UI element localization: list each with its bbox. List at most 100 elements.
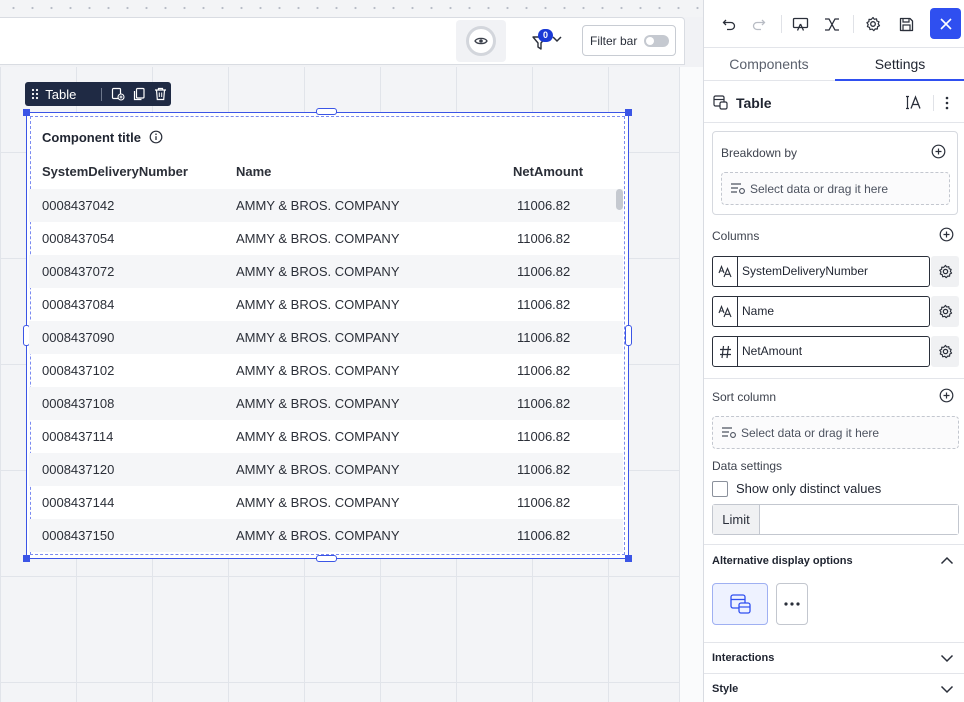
filter-count-badge: 0	[538, 29, 553, 42]
sort-placeholder: Select data or drag it here	[741, 425, 880, 440]
alt-display-table-option[interactable]	[712, 583, 768, 625]
resize-handle-bottom-right[interactable]	[625, 555, 632, 562]
resize-handle-top-right[interactable]	[625, 109, 632, 116]
cell-net-amount: 11006.82	[517, 297, 571, 312]
toggle-knob	[646, 37, 654, 45]
text-format-icon[interactable]	[906, 95, 922, 110]
column-settings-button[interactable]	[931, 296, 959, 327]
alt-display-more-button[interactable]	[776, 583, 808, 625]
cell-name: AMMY & BROS. COMPANY	[236, 330, 400, 345]
panel-tabs: Components Settings	[704, 48, 964, 81]
table-row[interactable]: 0008437102 AMMY & BROS. COMPANY 11006.82	[29, 354, 623, 387]
cell-system-delivery-number: 0008437120	[42, 462, 115, 477]
cell-name: AMMY & BROS. COMPANY	[236, 297, 400, 312]
distinct-values-option[interactable]: Show only distinct values	[712, 480, 881, 497]
cell-system-delivery-number: 0008437150	[42, 528, 115, 543]
breakdown-section: Breakdown by Select data or drag it here	[712, 131, 958, 215]
resize-handle-bottom[interactable]	[316, 555, 337, 562]
resize-handle-top-left[interactable]	[23, 109, 30, 116]
add-sort-icon[interactable]	[939, 388, 954, 403]
more-vertical-icon[interactable]	[945, 96, 949, 110]
toggle-switch[interactable]	[644, 35, 669, 47]
column-header-net-amount[interactable]: NetAmount	[513, 164, 583, 179]
text-type-icon	[713, 297, 738, 326]
chevron-down-icon[interactable]	[940, 654, 954, 663]
column-field-net-amount[interactable]: NetAmount	[712, 336, 930, 367]
gear-icon[interactable]	[864, 15, 882, 33]
table-row[interactable]: 0008437144 AMMY & BROS. COMPANY 11006.82	[29, 486, 623, 519]
undo-icon[interactable]	[720, 15, 738, 33]
table-row[interactable]: 0008437054 AMMY & BROS. COMPANY 11006.82	[29, 222, 623, 255]
breakdown-drop-zone[interactable]: Select data or drag it here	[721, 172, 950, 205]
sort-drop-zone[interactable]: Select data or drag it here	[712, 416, 959, 449]
redo-icon[interactable]	[750, 15, 768, 33]
table-row[interactable]: 0008437042 AMMY & BROS. COMPANY 11006.82	[29, 189, 623, 222]
transform-icon[interactable]	[823, 15, 841, 33]
cell-net-amount: 11006.82	[517, 264, 571, 279]
delete-icon[interactable]	[150, 87, 171, 101]
interactions-label: Interactions	[712, 652, 775, 664]
table-row[interactable]: 0008437120 AMMY & BROS. COMPANY 11006.82	[29, 453, 623, 486]
cell-net-amount: 11006.82	[517, 198, 571, 213]
canvas-gutter	[680, 67, 703, 702]
cell-name: AMMY & BROS. COMPANY	[236, 264, 400, 279]
duplicate-icon[interactable]	[129, 87, 150, 101]
limit-input[interactable]	[760, 505, 958, 534]
table-type-icon	[713, 95, 728, 110]
column-header-name[interactable]: Name	[236, 164, 271, 179]
resize-handle-right[interactable]	[625, 325, 632, 346]
column-header-system-delivery-number[interactable]: SystemDeliveryNumber	[42, 164, 188, 179]
present-icon[interactable]	[791, 15, 809, 33]
filter-bar-toggle[interactable]: Filter bar	[582, 25, 676, 56]
table-row[interactable]: 0008437114 AMMY & BROS. COMPANY 11006.82	[29, 420, 623, 453]
columns-label: Columns	[712, 229, 760, 243]
section-divider	[704, 378, 964, 379]
table-scrollbar-thumb[interactable]	[616, 189, 623, 210]
resize-handle-top[interactable]	[316, 108, 337, 115]
cell-system-delivery-number: 0008437108	[42, 396, 115, 411]
cell-system-delivery-number: 0008437090	[42, 330, 115, 345]
table-row[interactable]: 0008437072 AMMY & BROS. COMPANY 11006.82	[29, 255, 623, 288]
column-settings-button[interactable]	[931, 336, 959, 367]
add-to-library-icon[interactable]	[107, 87, 128, 101]
preview-button[interactable]	[456, 20, 506, 62]
distinct-values-checkbox[interactable]	[712, 480, 728, 497]
number-type-icon	[713, 337, 738, 366]
field-list-icon	[722, 427, 736, 438]
table-row[interactable]: 0008437090 AMMY & BROS. COMPANY 11006.82	[29, 321, 623, 354]
chevron-down-icon[interactable]	[940, 685, 954, 694]
distinct-values-label: Show only distinct values	[736, 481, 882, 496]
add-breakdown-icon[interactable]	[931, 144, 946, 159]
component-type-label: Table	[45, 86, 77, 102]
component-toolbar: Table	[25, 82, 171, 106]
info-icon[interactable]	[149, 130, 163, 144]
cell-name: AMMY & BROS. COMPANY	[236, 462, 400, 477]
drag-handle-icon[interactable]	[25, 88, 45, 100]
table-body[interactable]: 0008437042 AMMY & BROS. COMPANY 11006.82 00…	[29, 189, 623, 553]
add-column-icon[interactable]	[939, 227, 954, 242]
component-title[interactable]: Component title	[42, 130, 141, 145]
header-divider	[933, 95, 934, 111]
cell-name: AMMY & BROS. COMPANY	[236, 363, 400, 378]
cell-net-amount: 11006.82	[517, 462, 571, 477]
save-icon[interactable]	[897, 15, 915, 33]
toolbar-divider	[781, 15, 782, 33]
table-row[interactable]: 0008437084 AMMY & BROS. COMPANY 11006.82	[29, 288, 623, 321]
style-section[interactable]: Style	[704, 673, 964, 702]
close-button[interactable]	[930, 8, 961, 39]
component-settings-title: Table	[736, 95, 772, 111]
column-field-system-delivery-number[interactable]: SystemDeliveryNumber	[712, 256, 930, 287]
filter-bar-label: Filter bar	[590, 33, 638, 48]
chevron-up-icon[interactable]	[940, 556, 954, 565]
resize-handle-bottom-left[interactable]	[23, 555, 30, 562]
table-row[interactable]: 0008437108 AMMY & BROS. COMPANY 11006.82	[29, 387, 623, 420]
table-row[interactable]: 0008437150 AMMY & BROS. COMPANY 11006.82	[29, 519, 623, 552]
column-field-label: NetAmount	[742, 344, 803, 358]
cell-name: AMMY & BROS. COMPANY	[236, 231, 400, 246]
column-settings-button[interactable]	[931, 256, 959, 287]
cell-name: AMMY & BROS. COMPANY	[236, 198, 400, 213]
tab-settings[interactable]: Settings	[835, 48, 964, 81]
column-field-name[interactable]: Name	[712, 296, 930, 327]
tab-components[interactable]: Components	[704, 48, 834, 81]
interactions-section[interactable]: Interactions	[704, 642, 964, 673]
